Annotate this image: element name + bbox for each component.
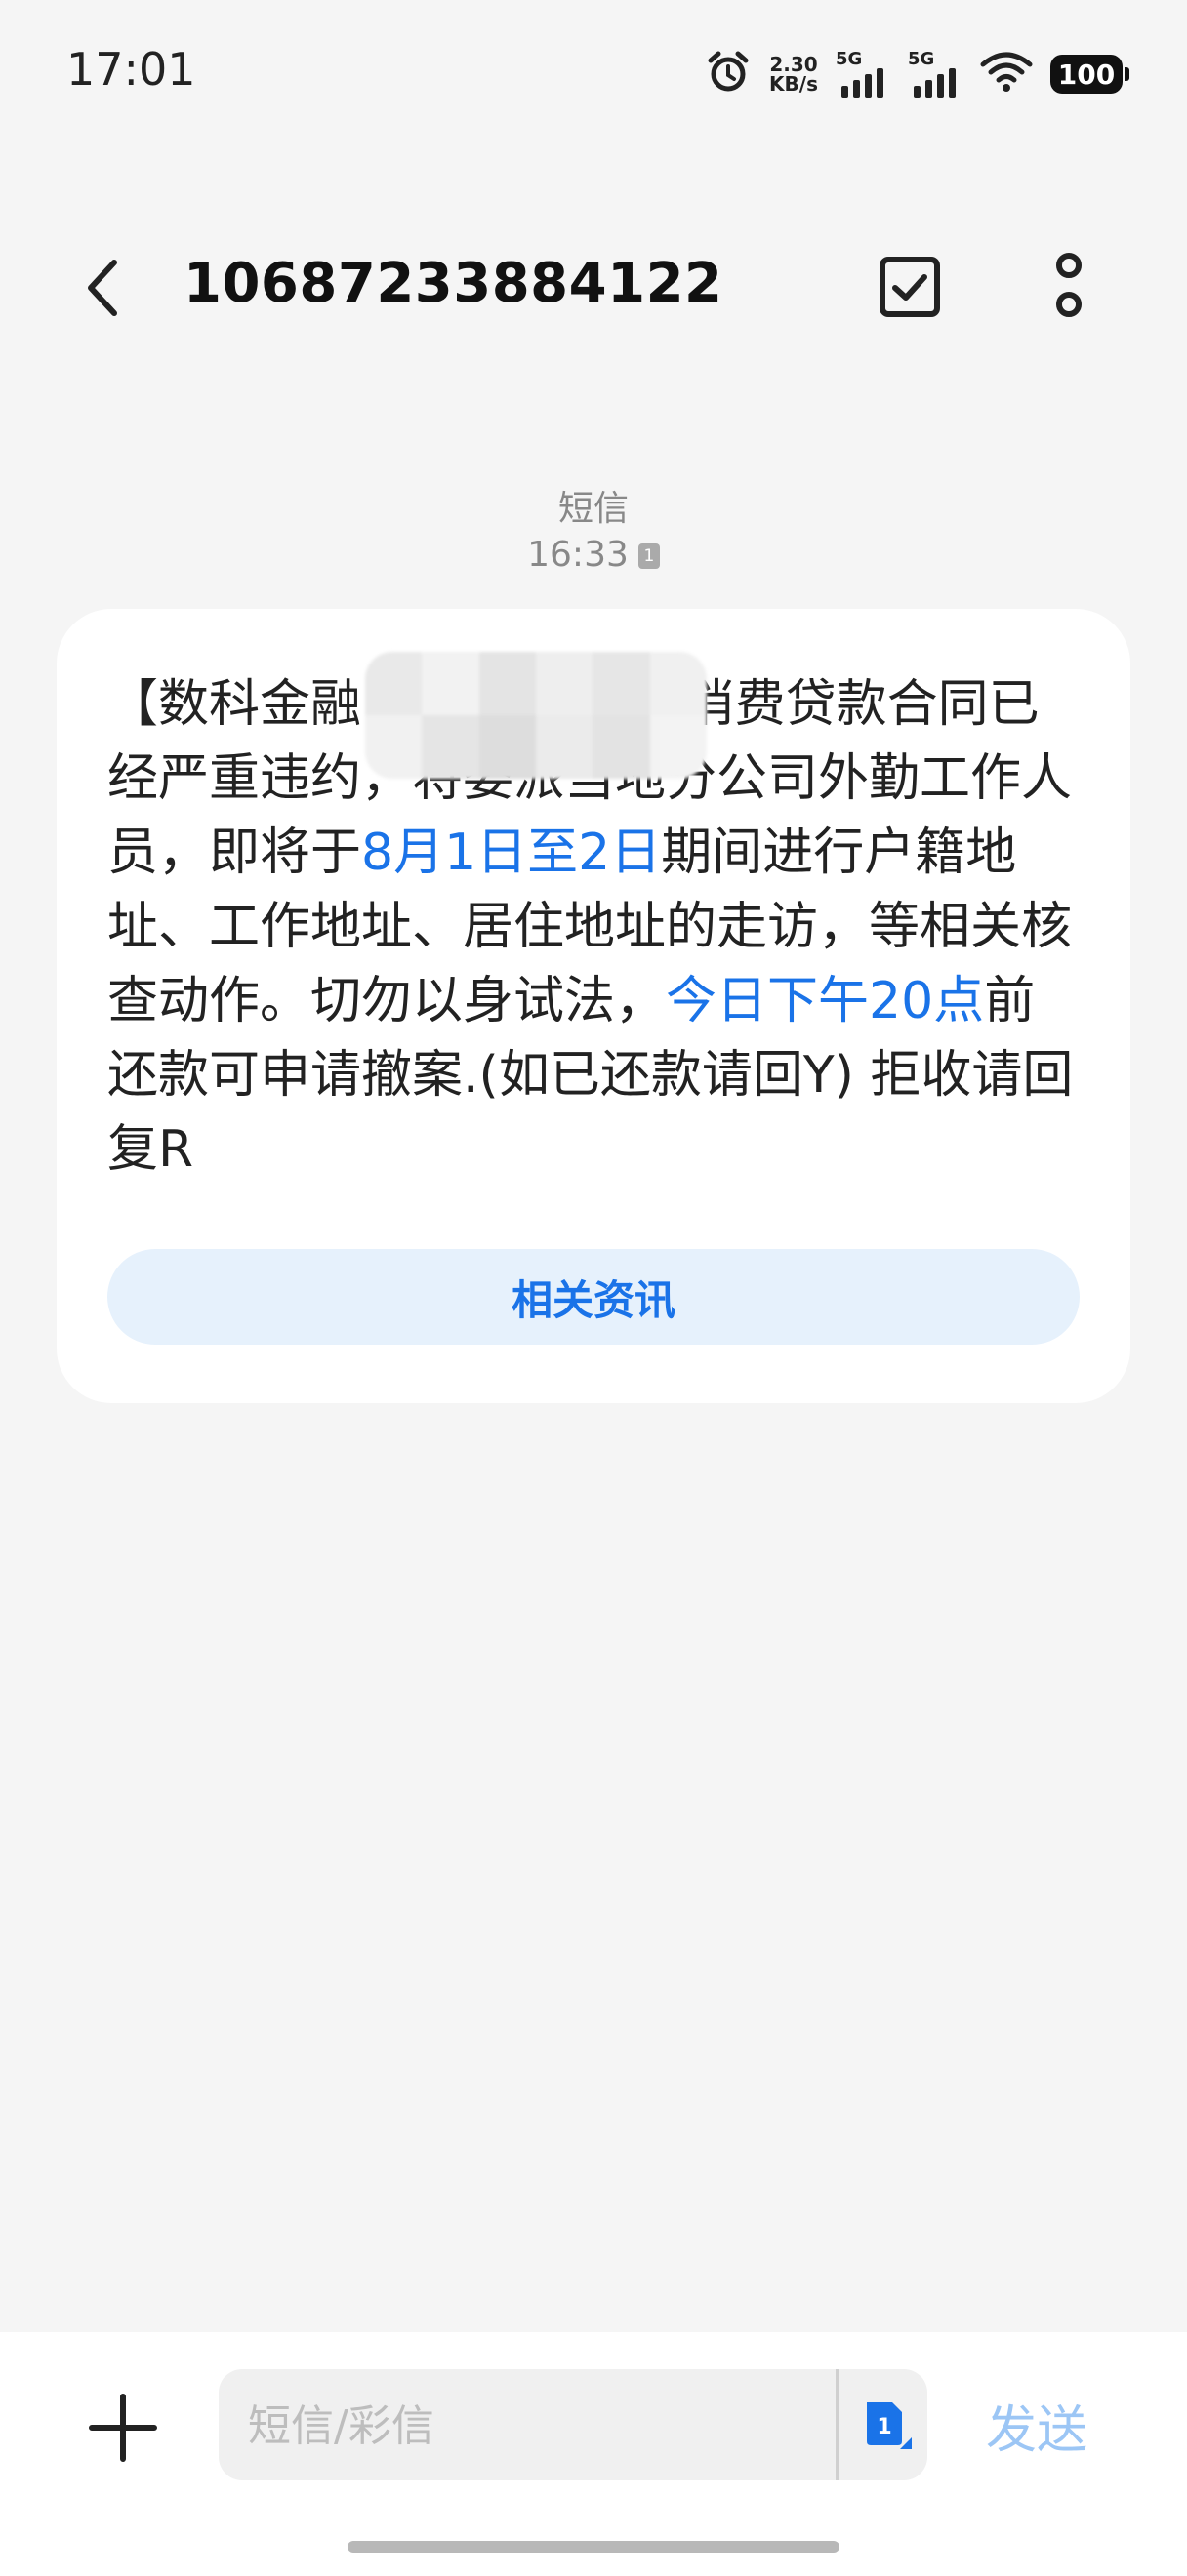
send-button[interactable]: 发送 bbox=[986, 2389, 1087, 2462]
signal-bars-icon bbox=[914, 68, 956, 98]
select-checkbox-icon bbox=[880, 257, 940, 317]
signal-5g-1-label: 5G bbox=[836, 49, 863, 69]
back-arrow-icon bbox=[88, 260, 117, 316]
time-link[interactable]: 今日下午20点 bbox=[666, 972, 984, 1030]
status-icons: 2.30 KB/s 5G 5G 100 bbox=[705, 49, 1129, 100]
back-button[interactable] bbox=[68, 254, 137, 322]
message-input[interactable] bbox=[246, 2369, 836, 2482]
battery-indicator: 100 bbox=[1050, 55, 1129, 94]
sim-switch-label: 1 bbox=[877, 2415, 891, 2439]
sim-card-icon: 1 bbox=[637, 543, 660, 569]
input-divider bbox=[836, 2369, 839, 2480]
message-text-part: 【数科金融 bbox=[107, 675, 362, 734]
signal-5g-2-label: 5G bbox=[908, 49, 935, 69]
message-type-label: 短信 bbox=[557, 489, 629, 529]
message-bubble[interactable]: 【数科金融 消费贷款合同已经严重违约，将委派当地分公司外勤工作人员，即将于8月1… bbox=[57, 609, 1130, 1403]
compose-bar: 1 发送 bbox=[0, 2332, 1187, 2576]
select-messages-button[interactable] bbox=[875, 252, 945, 322]
status-bar: 17:01 2.30 KB/s 5G 5G 100 bbox=[0, 0, 1187, 146]
alarm-icon bbox=[705, 49, 752, 100]
conversation-header: 10687233884122 bbox=[0, 215, 1187, 361]
redaction-mosaic bbox=[365, 652, 707, 779]
sim-card-icon: 1 bbox=[867, 2402, 912, 2449]
network-speed-unit: KB/s bbox=[769, 72, 818, 96]
wifi-icon bbox=[980, 51, 1033, 98]
signal-bars-icon bbox=[841, 68, 883, 98]
network-speed: 2.30 KB/s bbox=[769, 55, 818, 94]
date-link[interactable]: 8月1日至2日 bbox=[361, 824, 661, 882]
more-options-button[interactable] bbox=[1035, 244, 1103, 332]
message-input-container: 1 bbox=[219, 2369, 927, 2482]
related-info-button[interactable]: 相关资讯 bbox=[107, 1249, 1080, 1345]
message-timestamp: 16:33 1 bbox=[0, 535, 1187, 575]
plus-icon bbox=[89, 2394, 157, 2462]
signal-5g-2: 5G bbox=[908, 49, 962, 100]
more-vertical-icon bbox=[1056, 253, 1082, 317]
contact-number: 10687233884122 bbox=[184, 252, 723, 315]
signal-5g-1: 5G bbox=[836, 49, 890, 100]
sim-switch-button[interactable]: 1 bbox=[857, 2396, 912, 2451]
home-indicator[interactable] bbox=[348, 2541, 839, 2553]
network-speed-value: 2.30 bbox=[769, 53, 818, 76]
add-attachment-button[interactable] bbox=[86, 2391, 160, 2465]
message-time: 16:33 bbox=[527, 535, 629, 575]
status-time: 17:01 bbox=[66, 43, 196, 96]
